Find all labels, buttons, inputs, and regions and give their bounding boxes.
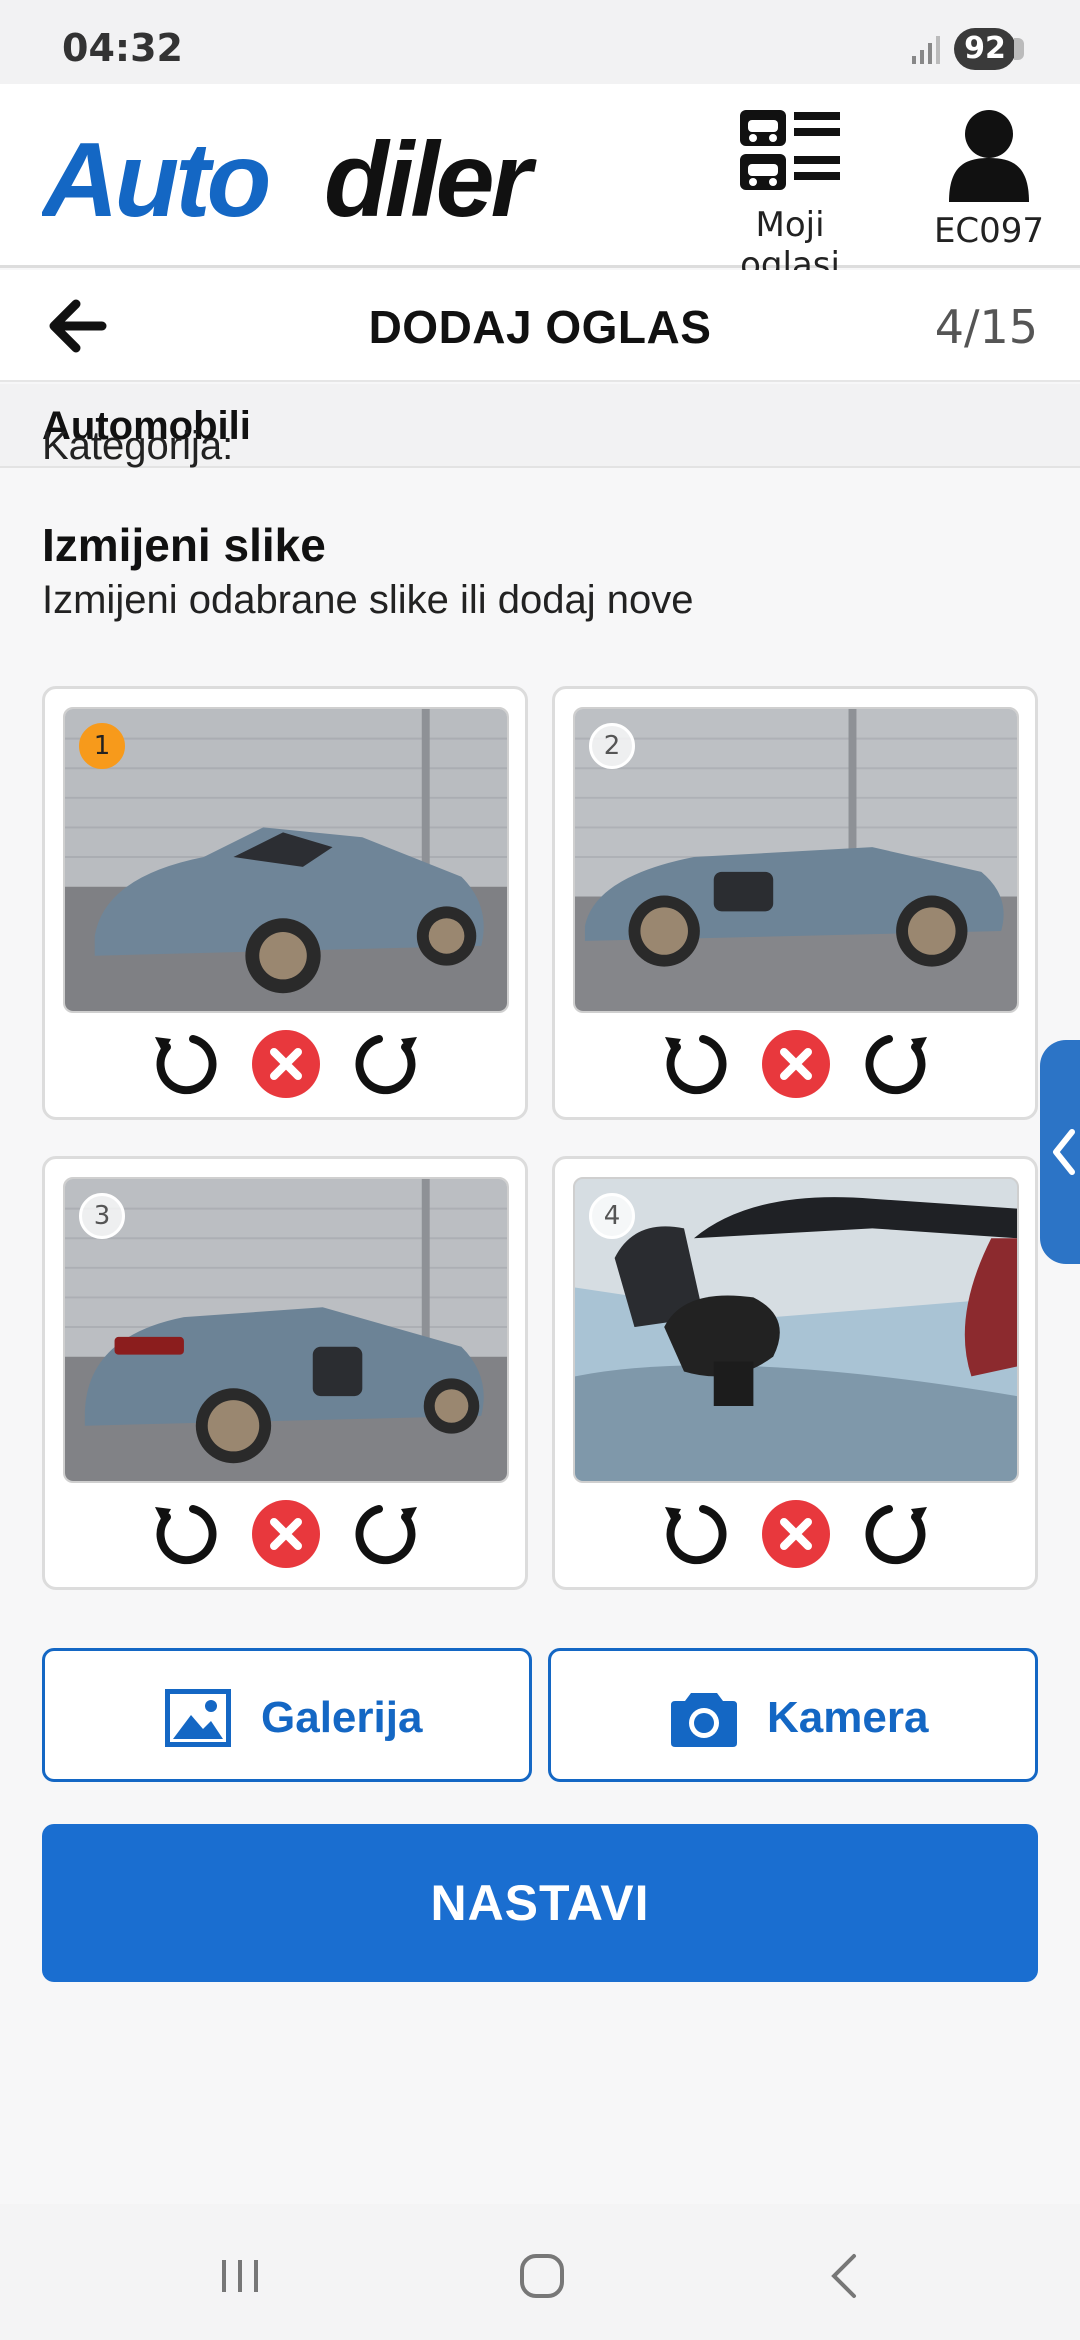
signal-icon	[912, 36, 940, 64]
photo-card: 4	[552, 1156, 1038, 1590]
status-bar: 04:32 92	[0, 0, 1080, 84]
page-title: DODAJ OGLAS	[368, 301, 712, 353]
delete-icon[interactable]	[761, 1499, 831, 1569]
delete-icon[interactable]	[251, 1029, 321, 1099]
rotate-left-icon[interactable]	[149, 1499, 219, 1569]
rotate-right-icon[interactable]	[353, 1499, 423, 1569]
chevron-left-icon	[1053, 1129, 1075, 1175]
photo-number-badge: 1	[79, 723, 125, 769]
gallery-icon	[165, 1689, 231, 1747]
status-time: 04:32	[62, 26, 183, 70]
recent-apps-icon[interactable]	[210, 2248, 270, 2304]
rotate-right-icon[interactable]	[863, 1499, 933, 1569]
car-photo[interactable]: 3	[63, 1177, 509, 1483]
rotate-left-icon[interactable]	[659, 1499, 729, 1569]
photo-number-badge: 3	[79, 1193, 125, 1239]
delete-icon[interactable]	[251, 1499, 321, 1569]
section-subtitle: Izmijeni odabrane slike ili dodaj nove	[42, 578, 694, 622]
user-account-button[interactable]: EC097	[930, 106, 1048, 251]
car-list-icon	[740, 110, 840, 190]
photo-number-badge: 2	[589, 723, 635, 769]
autodiler-logo[interactable]: Auto diler	[42, 124, 612, 234]
svg-text:Auto: Auto	[42, 124, 269, 234]
user-label: EC097	[933, 211, 1045, 251]
rotate-left-icon[interactable]	[149, 1029, 219, 1099]
system-nav-bar	[0, 2204, 1080, 2340]
car-photo[interactable]: 1	[63, 707, 509, 1013]
camera-button[interactable]: Kamera	[548, 1648, 1038, 1782]
car-photo[interactable]: 2	[573, 707, 1019, 1013]
my-ads-button[interactable]: Moji oglasi	[708, 106, 872, 285]
rotate-left-icon[interactable]	[659, 1029, 729, 1099]
svg-text:diler: diler	[324, 124, 538, 234]
nav-back-icon[interactable]	[816, 2248, 876, 2304]
photo-number-badge: 4	[589, 1193, 635, 1239]
photo-card: 1	[42, 686, 528, 1120]
photo-card: 2	[552, 686, 1038, 1120]
delete-icon[interactable]	[761, 1029, 831, 1099]
gallery-button[interactable]: Galerija	[42, 1648, 532, 1782]
user-icon	[949, 110, 1029, 202]
page-header: DODAJ OGLAS 4/15	[0, 270, 1080, 382]
side-panel-tab[interactable]	[1040, 1040, 1080, 1264]
category-label: Kategorija: Automobili	[42, 404, 251, 468]
rotate-right-icon[interactable]	[863, 1029, 933, 1099]
rotate-right-icon[interactable]	[353, 1029, 423, 1099]
app-topbar: Auto diler Moji oglasi EC097	[0, 84, 1080, 285]
home-icon[interactable]	[512, 2248, 572, 2304]
category-bar: Kategorija: Automobili	[0, 384, 1080, 468]
camera-label: Kamera	[767, 1693, 929, 1742]
section-title: Izmijeni slike	[42, 519, 326, 571]
gallery-label: Galerija	[261, 1693, 423, 1742]
car-photo[interactable]: 4	[573, 1177, 1019, 1483]
battery-indicator: 92	[954, 28, 1024, 70]
step-counter: 4/15	[934, 300, 1038, 354]
camera-icon	[671, 1693, 737, 1747]
photo-card: 3	[42, 1156, 528, 1590]
continue-button[interactable]: NASTAVI	[42, 1824, 1038, 1982]
